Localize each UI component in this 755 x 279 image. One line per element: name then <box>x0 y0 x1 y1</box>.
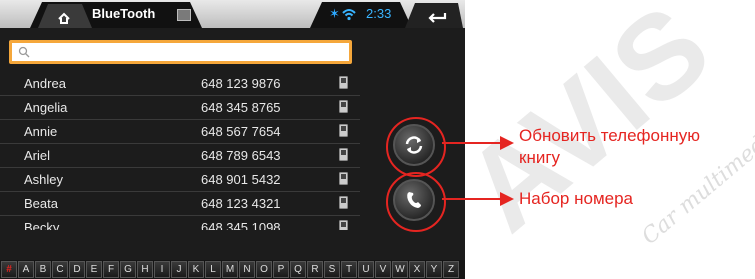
list-item[interactable]: Ariel 648 789 6543 <box>0 144 360 168</box>
alphabet-key-g[interactable]: G <box>120 261 136 278</box>
contact-number: 648 567 7654 <box>201 124 281 139</box>
page-title: BlueTooth <box>92 6 156 21</box>
alphabet-key-d[interactable]: D <box>69 261 85 278</box>
bluetooth-icon: ✶ <box>329 6 340 21</box>
alphabet-key-m[interactable]: M <box>222 261 238 278</box>
list-item[interactable]: Becky 648 345 1098 <box>0 216 360 230</box>
alphabet-key-f[interactable]: F <box>103 261 119 278</box>
list-item[interactable]: Beata 648 123 4321 <box>0 192 360 216</box>
contact-name: Ashley <box>24 172 64 187</box>
mobile-phone-icon <box>339 100 348 113</box>
alphabet-key-l[interactable]: L <box>205 261 221 278</box>
alphabet-key-u[interactable]: U <box>358 261 374 278</box>
wifi-icon <box>342 9 356 21</box>
contact-number: 648 345 1098 <box>201 220 281 230</box>
refresh-annotation-line1: Обновить телефонную <box>519 126 701 145</box>
alphabet-key-n[interactable]: N <box>239 261 255 278</box>
refresh-annotation: Обновить телефонную книгу <box>519 125 700 169</box>
callout-arrows <box>442 136 514 206</box>
home-button[interactable] <box>40 5 88 27</box>
contact-name: Becky <box>24 220 60 230</box>
alphabet-key-c[interactable]: C <box>52 261 68 278</box>
alphabet-key-t[interactable]: T <box>341 261 357 278</box>
search-input[interactable] <box>34 45 338 63</box>
mobile-phone-icon <box>339 124 348 137</box>
contact-name: Ariel <box>24 148 51 163</box>
search-field[interactable] <box>9 40 352 64</box>
alphabet-key-x[interactable]: X <box>409 261 425 278</box>
alphabet-key-q[interactable]: Q <box>290 261 306 278</box>
refresh-highlight-ring <box>386 117 446 177</box>
contact-name: Annie <box>24 124 58 139</box>
mobile-phone-icon <box>339 76 348 89</box>
alphabet-key-h[interactable]: H <box>137 261 153 278</box>
refresh-annotation-line2: книгу <box>519 148 561 167</box>
alphabet-key-a[interactable]: A <box>18 261 34 278</box>
list-item[interactable]: Andrea 648 123 9876 <box>0 72 360 96</box>
mobile-phone-icon <box>339 220 348 230</box>
clock: 2:33 <box>366 6 392 21</box>
dial-annotation: Набор номера <box>519 189 633 208</box>
alphabet-key-o[interactable]: O <box>256 261 272 278</box>
alphabet-key-v[interactable]: V <box>375 261 391 278</box>
home-icon <box>58 12 70 24</box>
alphabet-key-y[interactable]: Y <box>426 261 442 278</box>
alphabet-key-hash[interactable]: # <box>1 261 17 278</box>
back-arrow-icon <box>428 13 447 23</box>
alphabet-key-z[interactable]: Z <box>443 261 459 278</box>
contact-list: Andrea 648 123 9876 Angelia 648 345 8765… <box>0 72 360 230</box>
list-item[interactable]: Ashley 648 901 5432 <box>0 168 360 192</box>
list-item[interactable]: Angelia 648 345 8765 <box>0 96 360 120</box>
search-icon <box>18 46 30 58</box>
contact-number: 648 345 8765 <box>201 100 281 115</box>
mobile-phone-icon <box>339 196 348 209</box>
contact-number: 648 901 5432 <box>201 172 281 187</box>
contact-name: Andrea <box>24 76 66 91</box>
alphabet-key-e[interactable]: E <box>86 261 102 278</box>
list-item[interactable]: Annie 648 567 7654 <box>0 120 360 144</box>
alphabet-key-b[interactable]: B <box>35 261 51 278</box>
back-button[interactable] <box>415 5 460 27</box>
mobile-phone-icon <box>339 148 348 161</box>
contact-number: 648 123 9876 <box>201 76 281 91</box>
alphabet-key-s[interactable]: S <box>324 261 340 278</box>
mobile-phone-icon <box>339 172 348 185</box>
contact-name: Beata <box>24 196 58 211</box>
alphabet-key-j[interactable]: J <box>171 261 187 278</box>
alphabet-key-i[interactable]: I <box>154 261 170 278</box>
contact-number: 648 123 4321 <box>201 196 281 211</box>
image-icon <box>177 9 191 21</box>
alphabet-index: # A B C D E F G H I J K L M N O P Q R S T U V W X Y Z <box>0 260 465 279</box>
alphabet-key-w[interactable]: W <box>392 261 408 278</box>
dial-highlight-ring <box>386 172 446 232</box>
alphabet-key-p[interactable]: P <box>273 261 289 278</box>
contact-number: 648 789 6543 <box>201 148 281 163</box>
status-bar: BlueTooth ✶ 2:33 <box>0 0 465 28</box>
alphabet-key-r[interactable]: R <box>307 261 323 278</box>
contact-name: Angelia <box>24 100 68 115</box>
alphabet-key-k[interactable]: K <box>188 261 204 278</box>
